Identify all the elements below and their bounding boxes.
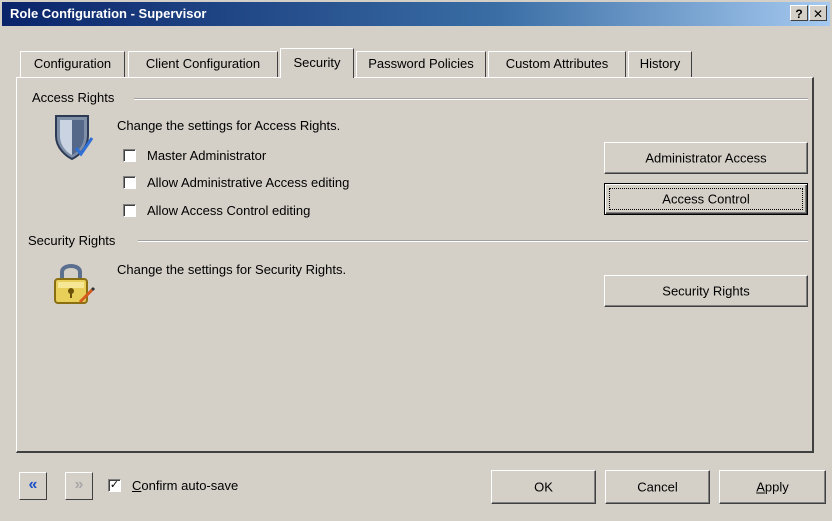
confirm-autosave-accesskey: C — [132, 478, 142, 493]
help-icon: ? — [795, 7, 803, 21]
cancel-button[interactable]: Cancel — [605, 470, 710, 504]
tab-security[interactable]: Security — [280, 48, 354, 78]
back-button[interactable]: « — [19, 472, 47, 500]
apply-label-rest: pply — [764, 479, 789, 495]
access-rights-description: Change the settings for Access Rights. — [117, 118, 341, 133]
double-chevron-left-icon: « — [28, 476, 38, 493]
access-control-label: Access Control — [662, 191, 750, 207]
allow-admin-access-editing-checkbox[interactable] — [123, 176, 136, 189]
window-title: Role Configuration - Supervisor — [10, 6, 207, 21]
administrator-access-button[interactable]: Administrator Access — [604, 142, 808, 174]
master-administrator-checkbox-row[interactable]: Master Administrator — [123, 148, 423, 166]
allow-admin-access-editing-label: Allow Administrative Access editing — [147, 175, 350, 190]
ok-label: OK — [534, 479, 553, 495]
tab-client-configuration[interactable]: Client Configuration — [128, 51, 278, 77]
access-rights-divider — [134, 98, 808, 100]
allow-access-control-editing-checkbox-row[interactable]: Allow Access Control editing — [123, 203, 423, 221]
tab-label: History — [639, 56, 681, 71]
padlock-icon — [54, 264, 96, 304]
allow-access-control-editing-label: Allow Access Control editing — [147, 203, 311, 218]
close-icon: ✕ — [812, 7, 824, 21]
confirm-autosave-checkbox-row[interactable]: ✓ Confirm auto-save — [108, 478, 288, 496]
master-administrator-label: Master Administrator — [147, 148, 267, 163]
confirm-autosave-label-rest: onfirm auto-save — [141, 478, 239, 493]
forward-button[interactable]: » — [65, 472, 93, 500]
master-administrator-checkbox[interactable] — [123, 149, 136, 162]
security-rights-description: Change the settings for Security Rights. — [117, 262, 347, 277]
tab-label: Custom Attributes — [505, 56, 609, 71]
role-configuration-window: Role Configuration - Supervisor ? ✕ Conf… — [0, 0, 832, 521]
apply-label: Apply — [720, 480, 825, 495]
access-rights-group-label: Access Rights — [32, 90, 115, 105]
confirm-autosave-label: Confirm auto-save — [132, 478, 238, 493]
tab-history[interactable]: History — [628, 51, 692, 77]
tab-configuration[interactable]: Configuration — [20, 51, 125, 77]
close-button[interactable]: ✕ — [809, 5, 827, 21]
access-control-button[interactable]: Access Control — [604, 183, 808, 215]
security-rights-group-label: Security Rights — [28, 233, 116, 248]
allow-admin-access-editing-checkbox-row[interactable]: Allow Administrative Access editing — [123, 175, 423, 193]
tab-label: Password Policies — [368, 56, 474, 71]
cancel-label: Cancel — [637, 479, 678, 495]
apply-button[interactable]: Apply — [719, 470, 826, 504]
double-chevron-right-icon: » — [74, 476, 84, 493]
ok-button[interactable]: OK — [491, 470, 596, 504]
administrator-access-label: Administrator Access — [645, 150, 767, 166]
title-bar[interactable]: Role Configuration - Supervisor ? ✕ — [2, 2, 830, 26]
security-rights-button[interactable]: Security Rights — [604, 275, 808, 307]
shield-icon — [55, 115, 94, 161]
tab-label: Client Configuration — [145, 56, 261, 71]
tab-custom-attributes[interactable]: Custom Attributes — [488, 51, 626, 77]
tab-label: Configuration — [33, 56, 112, 71]
checkmark-icon: ✓ — [109, 479, 120, 491]
apply-accesskey: A — [756, 479, 765, 495]
security-rights-button-label: Security Rights — [662, 283, 750, 299]
help-button[interactable]: ? — [790, 5, 808, 21]
tab-password-policies[interactable]: Password Policies — [356, 51, 486, 77]
confirm-autosave-checkbox[interactable]: ✓ — [108, 479, 121, 492]
security-rights-divider — [138, 240, 808, 242]
allow-access-control-editing-checkbox[interactable] — [123, 204, 136, 217]
tab-label: Security — [293, 55, 341, 70]
